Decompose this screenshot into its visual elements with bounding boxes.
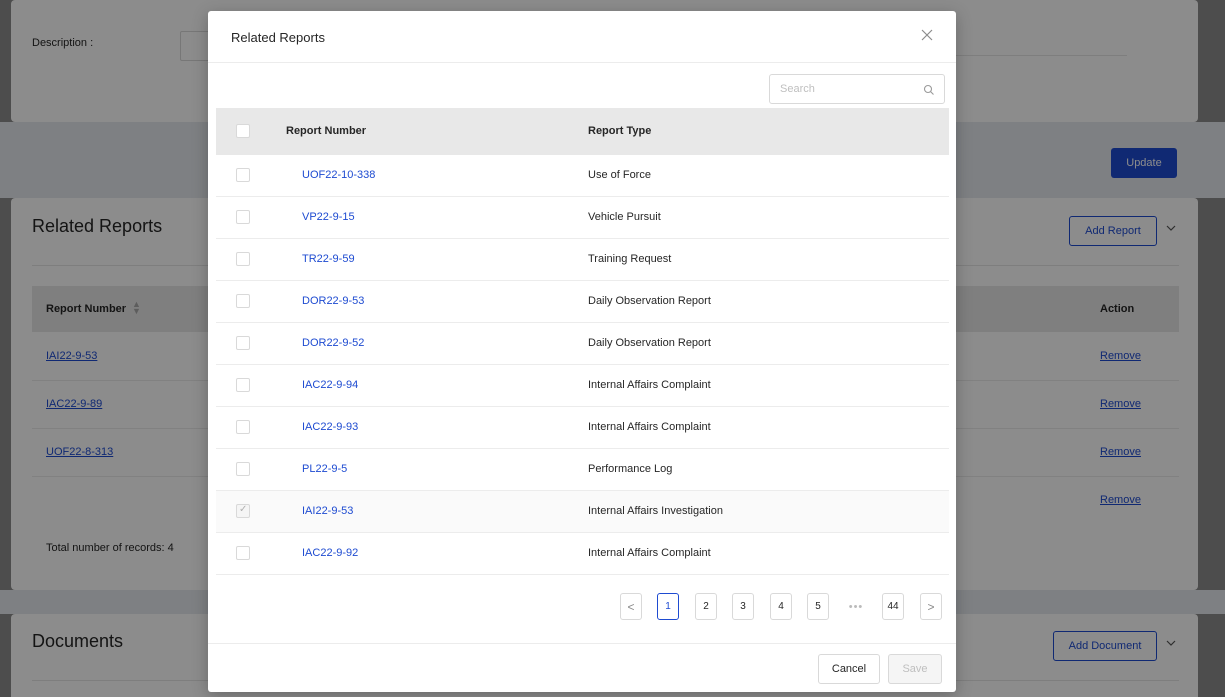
more-pages-icon[interactable]: ••• xyxy=(845,593,867,620)
row-checkbox[interactable] xyxy=(236,168,250,182)
report-number-link[interactable]: IAI22-9-53 xyxy=(302,505,353,517)
table-row[interactable]: PL22-9-5 Performance Log xyxy=(216,449,949,491)
related-reports-modal: Related Reports Search Report Number Rep… xyxy=(208,11,956,692)
table-row[interactable]: IAC22-9-93 Internal Affairs Complaint xyxy=(216,407,949,449)
report-number-link[interactable]: DOR22-9-52 xyxy=(302,337,364,349)
table-row[interactable]: DOR22-9-53 Daily Observation Report xyxy=(216,281,949,323)
report-type: Internal Affairs Complaint xyxy=(588,379,711,391)
page-button-4[interactable]: 4 xyxy=(770,593,792,620)
search-input[interactable]: Search xyxy=(769,74,945,104)
report-number-link[interactable]: IAC22-9-93 xyxy=(302,421,358,433)
row-checkbox-checked[interactable]: ✓ xyxy=(236,504,250,518)
prev-page-button[interactable]: < xyxy=(620,593,642,620)
table-row[interactable]: TR22-9-59 Training Request xyxy=(216,239,949,281)
report-type: Performance Log xyxy=(588,463,673,475)
table-row[interactable]: ✓ IAI22-9-53 Internal Affairs Investigat… xyxy=(216,491,949,533)
report-type: Daily Observation Report xyxy=(588,295,711,307)
report-number-link[interactable]: UOF22-10-338 xyxy=(302,169,375,181)
column-header-report-type: Report Type xyxy=(588,125,652,137)
table-row[interactable]: UOF22-10-338 Use of Force xyxy=(216,155,949,197)
page-button-last[interactable]: 44 xyxy=(882,593,904,620)
row-checkbox[interactable] xyxy=(236,210,250,224)
table-row[interactable]: DOR22-9-52 Daily Observation Report xyxy=(216,323,949,365)
report-type: Training Request xyxy=(588,253,672,265)
divider xyxy=(208,643,956,644)
row-checkbox[interactable] xyxy=(236,420,250,434)
report-type: Use of Force xyxy=(588,169,651,181)
report-type: Internal Affairs Complaint xyxy=(588,421,711,433)
table-row[interactable]: IAC22-9-94 Internal Affairs Complaint xyxy=(216,365,949,407)
page-button-3[interactable]: 3 xyxy=(732,593,754,620)
report-number-link[interactable]: IAC22-9-94 xyxy=(302,379,358,391)
report-number-link[interactable]: DOR22-9-53 xyxy=(302,295,364,307)
column-header-report-number: Report Number xyxy=(286,125,367,137)
select-all-checkbox[interactable] xyxy=(236,124,250,138)
check-icon: ✓ xyxy=(239,504,248,515)
report-number-link[interactable]: VP22-9-15 xyxy=(302,211,355,223)
page-button-5[interactable]: 5 xyxy=(807,593,829,620)
row-checkbox[interactable] xyxy=(236,252,250,266)
modal-title: Related Reports xyxy=(231,30,325,45)
table-row[interactable]: IAC22-9-92 Internal Affairs Complaint xyxy=(216,533,949,575)
report-type: Internal Affairs Complaint xyxy=(588,547,711,559)
table-row[interactable]: VP22-9-15 Vehicle Pursuit xyxy=(216,197,949,239)
report-type: Internal Affairs Investigation xyxy=(588,505,723,517)
report-type: Daily Observation Report xyxy=(588,337,711,349)
search-placeholder: Search xyxy=(780,83,815,95)
close-icon[interactable] xyxy=(921,29,933,44)
row-checkbox[interactable] xyxy=(236,294,250,308)
row-checkbox[interactable] xyxy=(236,546,250,560)
next-page-button[interactable]: > xyxy=(920,593,942,620)
page-button-2[interactable]: 2 xyxy=(695,593,717,620)
row-checkbox[interactable] xyxy=(236,378,250,392)
report-type: Vehicle Pursuit xyxy=(588,211,661,223)
cancel-button[interactable]: Cancel xyxy=(818,654,880,684)
reports-table-header: Report Number Report Type xyxy=(216,108,949,155)
search-icon xyxy=(923,83,935,95)
divider xyxy=(208,62,956,63)
row-checkbox[interactable] xyxy=(236,462,250,476)
report-number-link[interactable]: TR22-9-59 xyxy=(302,253,355,265)
report-number-link[interactable]: PL22-9-5 xyxy=(302,463,347,475)
page-button-1[interactable]: 1 xyxy=(657,593,679,620)
save-button[interactable]: Save xyxy=(888,654,942,684)
row-checkbox[interactable] xyxy=(236,336,250,350)
report-number-link[interactable]: IAC22-9-92 xyxy=(302,547,358,559)
